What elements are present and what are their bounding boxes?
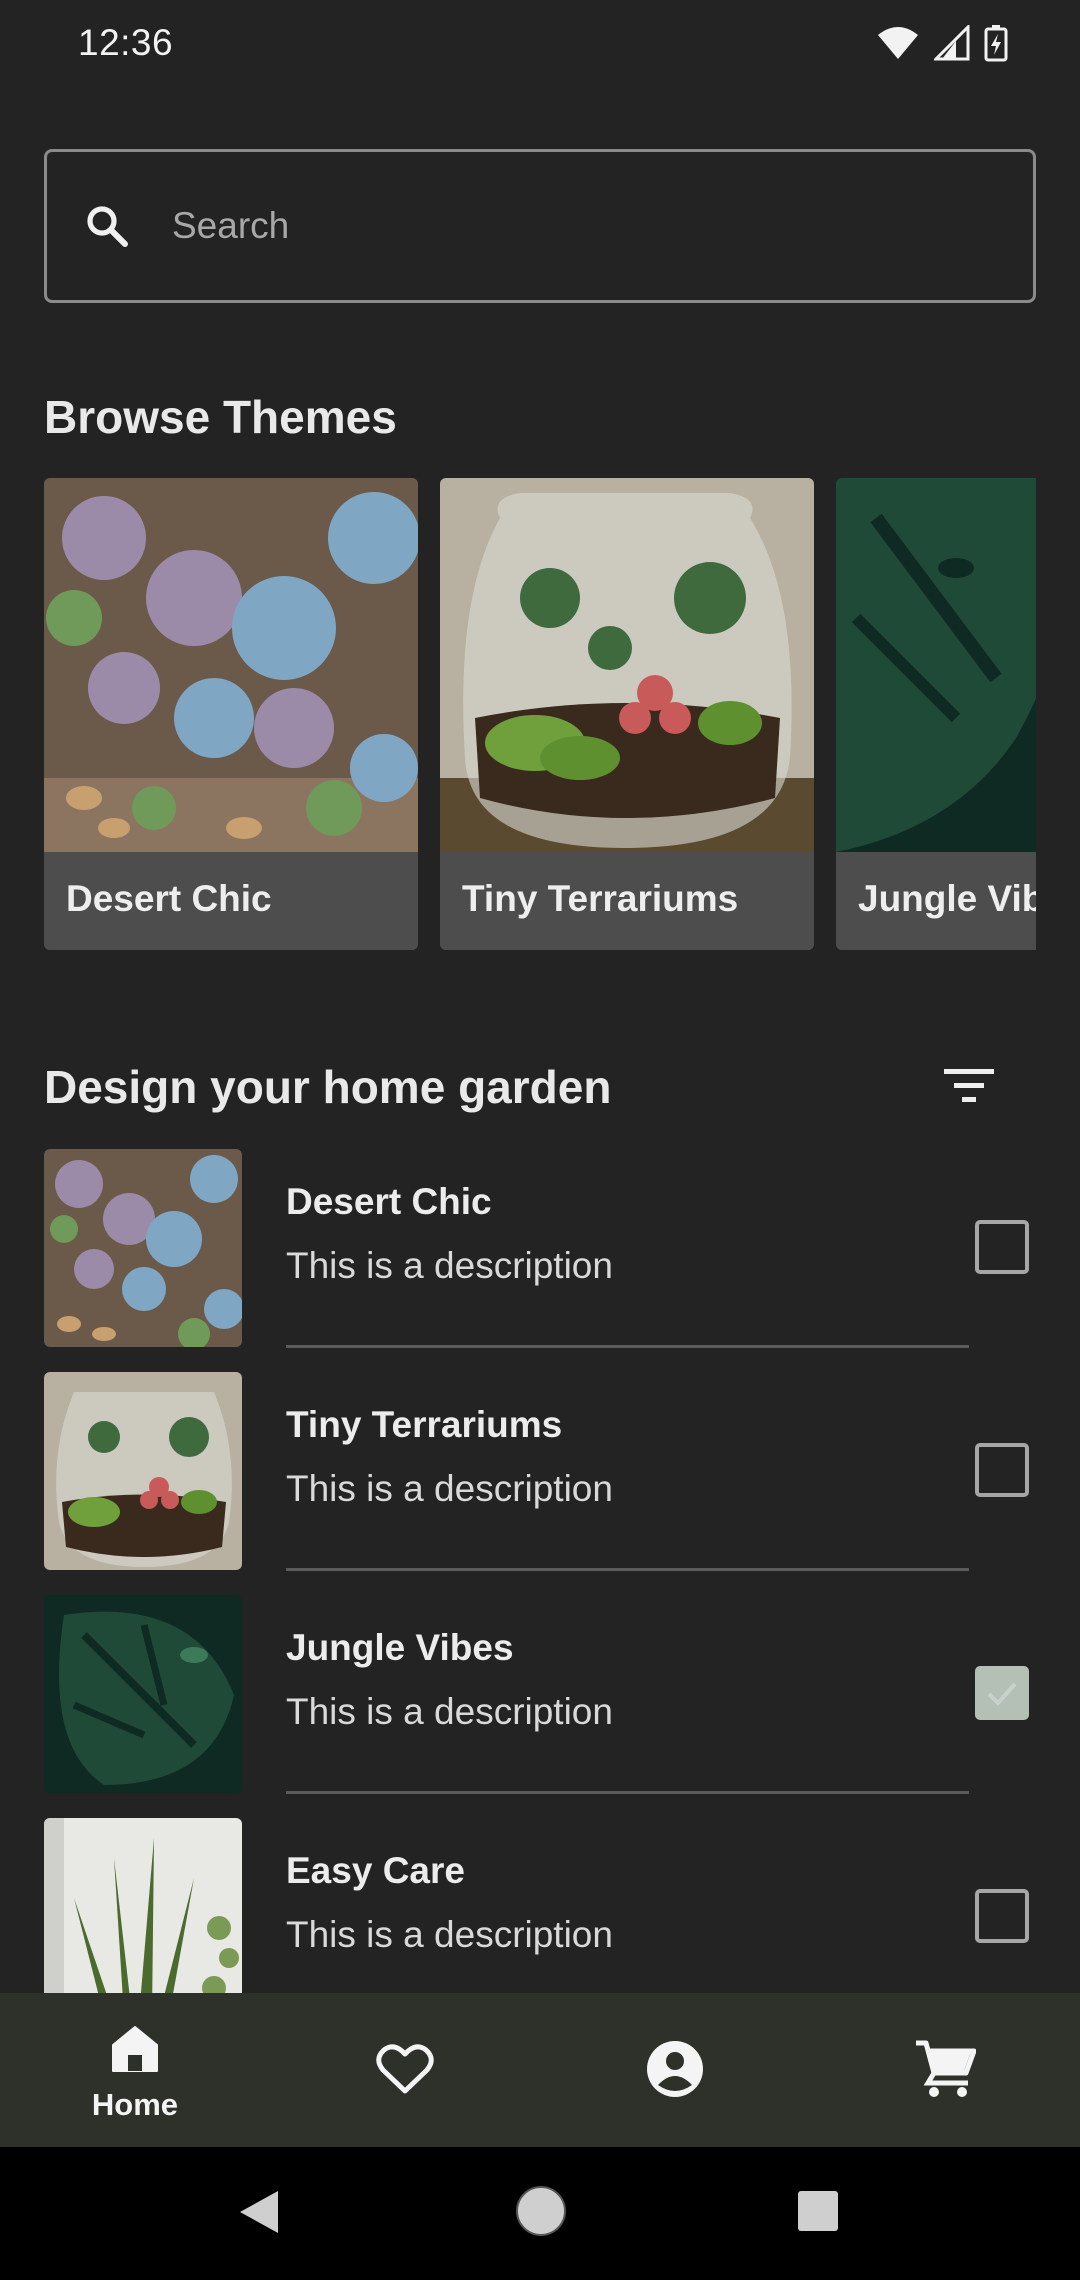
theme-card-tiny-terrariums[interactable]: Tiny Terrariums xyxy=(440,478,814,950)
nav-favorites[interactable] xyxy=(270,1993,540,2147)
wifi-icon xyxy=(878,27,918,59)
nav-home[interactable]: Home xyxy=(0,1993,270,2147)
thumbnail-succulents xyxy=(44,1149,242,1347)
search-icon xyxy=(87,206,128,247)
system-navigation-bar xyxy=(0,2147,1080,2280)
heart-icon xyxy=(376,2044,434,2094)
item-description: This is a description xyxy=(286,1691,613,1732)
nav-label-home: Home xyxy=(91,2087,179,2122)
account-icon xyxy=(647,2041,703,2097)
home-circle-icon[interactable] xyxy=(514,2184,568,2238)
divider xyxy=(286,1345,969,1348)
status-icons xyxy=(876,24,1008,62)
design-garden-title: Design your home garden xyxy=(44,1061,612,1113)
list-item[interactable]: Desert Chic This is a description xyxy=(0,1149,1080,1372)
signal-icon xyxy=(934,25,970,61)
nav-account[interactable] xyxy=(540,1993,810,2147)
list-item[interactable]: Jungle Vibes This is a description xyxy=(0,1595,1080,1818)
battery-charging-icon xyxy=(984,25,1008,62)
item-title: Jungle Vibes xyxy=(286,1627,514,1668)
theme-label: Desert Chic xyxy=(66,878,272,919)
item-checkbox[interactable] xyxy=(975,1889,1029,1943)
theme-card-desert-chic[interactable]: Desert Chic xyxy=(44,478,418,950)
theme-label-bar: Jungle Vibes xyxy=(836,852,1036,950)
list-item[interactable]: Easy Care This is a description xyxy=(0,1818,1080,1993)
item-description: This is a description xyxy=(286,1245,613,1286)
theme-image-monstera xyxy=(836,478,1036,852)
cart-icon xyxy=(916,2040,976,2097)
theme-label: Tiny Terrariums xyxy=(462,878,739,919)
divider xyxy=(286,1568,969,1571)
status-bar: 12:36 xyxy=(0,0,1080,90)
divider xyxy=(286,1791,969,1794)
theme-image-succulents xyxy=(44,478,418,852)
search-box[interactable] xyxy=(44,149,1036,303)
themes-carousel[interactable]: Desert Chic Tiny Terrariums Jungle Vib xyxy=(44,478,1036,950)
bottom-navigation: Home xyxy=(0,1993,1080,2147)
theme-label-bar: Desert Chic xyxy=(44,852,418,950)
check-icon xyxy=(987,1682,1017,1706)
theme-label: Jungle Vibes xyxy=(858,878,1036,919)
item-description: This is a description xyxy=(286,1914,613,1955)
item-title: Tiny Terrariums xyxy=(286,1404,563,1445)
thumbnail-monstera xyxy=(44,1595,242,1793)
filter-icon[interactable] xyxy=(940,1063,1000,1109)
item-checkbox[interactable] xyxy=(975,1220,1029,1274)
status-time: 12:36 xyxy=(78,22,174,63)
thumbnail-terrarium xyxy=(44,1372,242,1570)
thumbnail-snake-plant xyxy=(44,1818,242,1993)
item-checkbox-checked[interactable] xyxy=(975,1666,1029,1720)
theme-label-bar: Tiny Terrariums xyxy=(440,852,814,950)
back-icon[interactable] xyxy=(236,2187,282,2237)
item-description: This is a description xyxy=(286,1468,613,1509)
garden-list[interactable]: Desert Chic This is a description Tiny T… xyxy=(0,1149,1080,1993)
item-title: Desert Chic xyxy=(286,1181,492,1222)
item-title: Easy Care xyxy=(286,1850,465,1891)
home-icon xyxy=(112,2026,158,2072)
item-checkbox[interactable] xyxy=(975,1443,1029,1497)
search-input[interactable] xyxy=(172,152,992,300)
browse-themes-title: Browse Themes xyxy=(44,391,397,443)
nav-cart[interactable] xyxy=(810,1993,1080,2147)
theme-card-jungle-vibes[interactable]: Jungle Vibes xyxy=(836,478,1036,950)
recents-icon[interactable] xyxy=(797,2190,839,2232)
theme-image-terrarium xyxy=(440,478,814,852)
list-item[interactable]: Tiny Terrariums This is a description xyxy=(0,1372,1080,1595)
